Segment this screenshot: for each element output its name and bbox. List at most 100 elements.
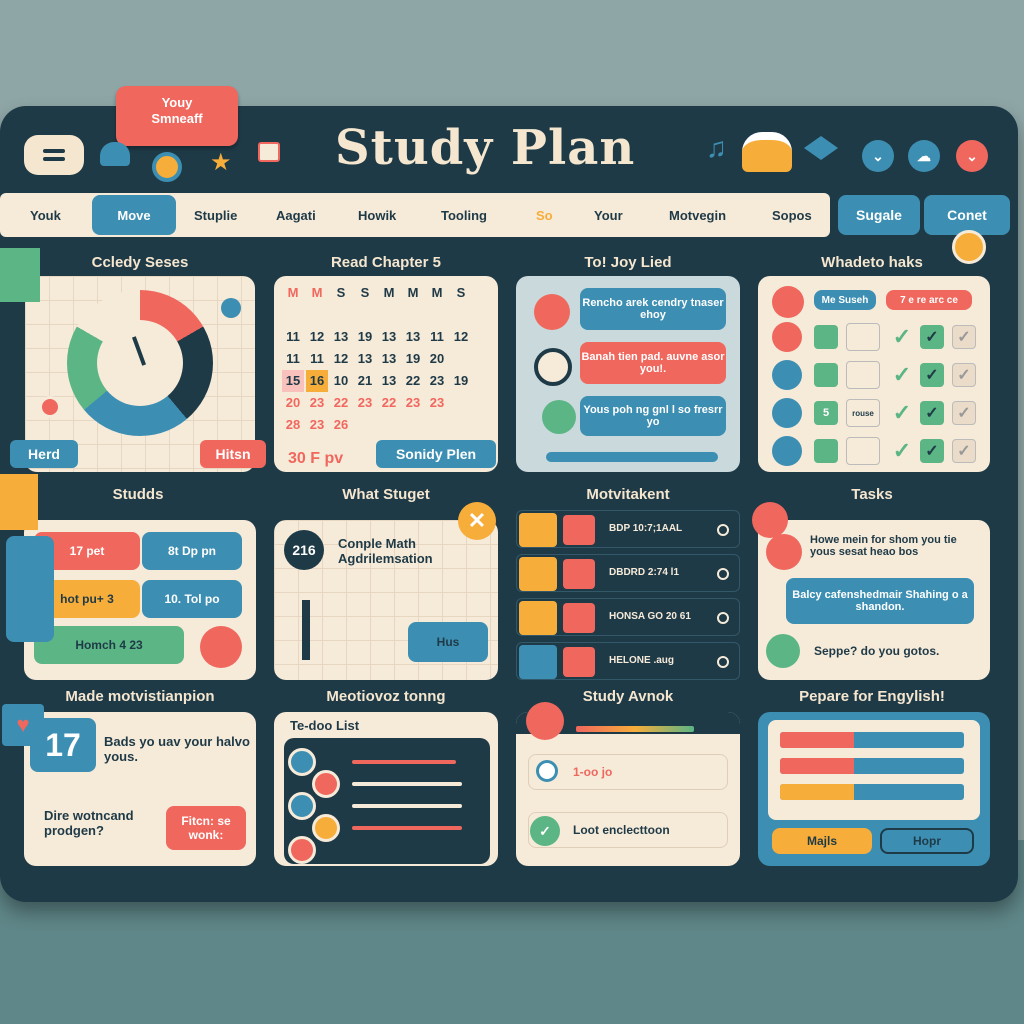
item-1[interactable]: 1-oo jo — [528, 754, 728, 790]
notification-row[interactable]: HONSA GO 20 61 — [516, 598, 740, 636]
calendar-day[interactable]: 21 — [354, 370, 376, 392]
calendar-day[interactable]: 11 — [282, 348, 304, 370]
chip-4[interactable]: 10. Tol po — [142, 580, 242, 618]
radio-check[interactable]: ✓ — [530, 816, 560, 846]
calendar-day[interactable] — [378, 304, 400, 326]
message-3[interactable]: Yous poh ng gnl l so fresrr yo — [580, 396, 726, 436]
nav-item-2-active[interactable]: Move — [92, 195, 176, 235]
calendar-day[interactable] — [450, 414, 472, 436]
nav-item-3[interactable]: Stuplie — [194, 193, 237, 237]
calendar-day[interactable]: 13 — [378, 370, 400, 392]
calendar-day[interactable]: 22 — [378, 392, 400, 414]
calendar-day[interactable]: 19 — [354, 326, 376, 348]
close-x-icon[interactable]: ✕ — [458, 502, 496, 540]
calendar-day[interactable] — [450, 304, 472, 326]
fitcn-button[interactable]: Fitcn: se wonk: — [166, 806, 246, 850]
calendar-day[interactable]: 20 — [426, 348, 448, 370]
calendar-day[interactable]: 16 — [306, 370, 328, 392]
calendar-day[interactable] — [426, 304, 448, 326]
todo-checkbox[interactable] — [288, 792, 316, 820]
calendar-day[interactable]: 23 — [354, 392, 376, 414]
calendar-day[interactable]: 13 — [402, 326, 424, 348]
study-plan-button[interactable]: Sonidy Plen — [376, 440, 496, 468]
nav-item-4[interactable]: Aagati — [276, 193, 316, 237]
refresh-icon[interactable] — [766, 634, 800, 668]
calendar-day[interactable]: 13 — [330, 326, 352, 348]
sticky-note[interactable]: Youy Smneaff — [116, 86, 238, 146]
checkbox-empty[interactable]: ✓ — [952, 401, 976, 425]
calendar-day[interactable]: 11 — [282, 326, 304, 348]
side-tab[interactable] — [6, 536, 54, 642]
nav-item-1[interactable]: Youk — [30, 193, 61, 237]
checkbox[interactable]: ✓ — [920, 325, 944, 349]
chevron-down-icon[interactable]: ⌄ — [862, 140, 894, 172]
nav-item-10[interactable]: Sopos — [772, 193, 812, 237]
calendar-day[interactable]: 23 — [402, 392, 424, 414]
notification-row[interactable]: BDP 10:7;1AAL — [516, 510, 740, 548]
checkbox-empty[interactable]: ✓ — [952, 325, 976, 349]
notification-row[interactable]: HELONE .aug — [516, 642, 740, 680]
chat-icon[interactable]: ☁ — [908, 140, 940, 172]
more-icon[interactable] — [717, 524, 729, 536]
hitsn-button[interactable]: Hitsn — [200, 440, 266, 468]
calendar-day[interactable]: 22 — [402, 370, 424, 392]
calendar-day[interactable] — [450, 392, 472, 414]
pin-icon[interactable] — [221, 298, 241, 318]
calendar-day[interactable]: 12 — [306, 326, 328, 348]
herd-button[interactable]: Herd — [10, 440, 78, 468]
todo-checkbox[interactable] — [288, 836, 316, 864]
calendar-day[interactable] — [354, 304, 376, 326]
message-1[interactable]: Rencho arek cendry tnaser ehoy — [580, 288, 726, 330]
calendar-day[interactable]: 23 — [426, 370, 448, 392]
check-icon[interactable]: ✓ — [890, 438, 914, 463]
suggle-button[interactable]: Sugale — [838, 195, 920, 235]
close-icon[interactable]: ⌄ — [956, 140, 988, 172]
calendar-day[interactable]: 26 — [330, 414, 352, 436]
tag-1[interactable]: Me Suseh — [814, 290, 876, 310]
chip-5[interactable]: Homch 4 23 — [34, 626, 184, 664]
calendar-day[interactable] — [330, 304, 352, 326]
calendar-day[interactable]: 12 — [330, 348, 352, 370]
checkbox[interactable]: ✓ — [920, 439, 944, 463]
calendar-day[interactable]: 10 — [330, 370, 352, 392]
more-icon[interactable] — [717, 568, 729, 580]
menu-button[interactable] — [24, 135, 84, 175]
hus-button[interactable]: Hus — [408, 622, 488, 662]
calendar-day[interactable]: 23 — [426, 392, 448, 414]
todo-checkbox[interactable] — [288, 748, 316, 776]
hopr-button[interactable]: Hopr — [880, 828, 974, 854]
more-icon[interactable] — [717, 612, 729, 624]
calendar-day[interactable]: 13 — [354, 348, 376, 370]
nav-item-7[interactable]: So — [536, 193, 553, 237]
check-icon[interactable]: ✓ — [890, 324, 914, 349]
todo-checkbox[interactable] — [312, 770, 340, 798]
calendar-day[interactable]: 19 — [450, 370, 472, 392]
calendar-day[interactable] — [282, 304, 304, 326]
calendar-day[interactable] — [402, 304, 424, 326]
majls-button[interactable]: Majls — [772, 828, 872, 854]
tag-2[interactable]: 7 e re arc ce — [886, 290, 972, 310]
nav-item-9[interactable]: Motvegin — [669, 193, 726, 237]
calendar-day[interactable]: 13 — [378, 348, 400, 370]
checkbox[interactable]: ✓ — [920, 363, 944, 387]
checkbox-empty[interactable]: ✓ — [952, 439, 976, 463]
calendar-day[interactable]: 20 — [282, 392, 304, 414]
check-icon[interactable]: ✓ — [890, 400, 914, 425]
calendar-day[interactable]: 13 — [378, 326, 400, 348]
calendar-day[interactable]: 11 — [306, 348, 328, 370]
calendar-day[interactable] — [426, 414, 448, 436]
calendar-day[interactable]: 19 — [402, 348, 424, 370]
calendar-day[interactable]: 12 — [450, 326, 472, 348]
nav-item-6[interactable]: Tooling — [441, 193, 487, 237]
notification-row[interactable]: DBDRD 2:74 l1 — [516, 554, 740, 592]
calendar-day[interactable] — [402, 414, 424, 436]
more-icon[interactable] — [717, 656, 729, 668]
radio-empty[interactable] — [536, 760, 558, 782]
message-2[interactable]: Banah tien pad. auvne asor you!. — [580, 342, 726, 384]
calendar-day[interactable]: 22 — [330, 392, 352, 414]
record-icon[interactable] — [200, 626, 242, 668]
record-icon-2[interactable] — [766, 534, 802, 570]
nav-item-5[interactable]: Howik — [358, 193, 396, 237]
tasks-text-2[interactable]: Balcy cafenshedmair Shahing o a shandon. — [786, 578, 974, 624]
calendar-day[interactable]: 11 — [426, 326, 448, 348]
